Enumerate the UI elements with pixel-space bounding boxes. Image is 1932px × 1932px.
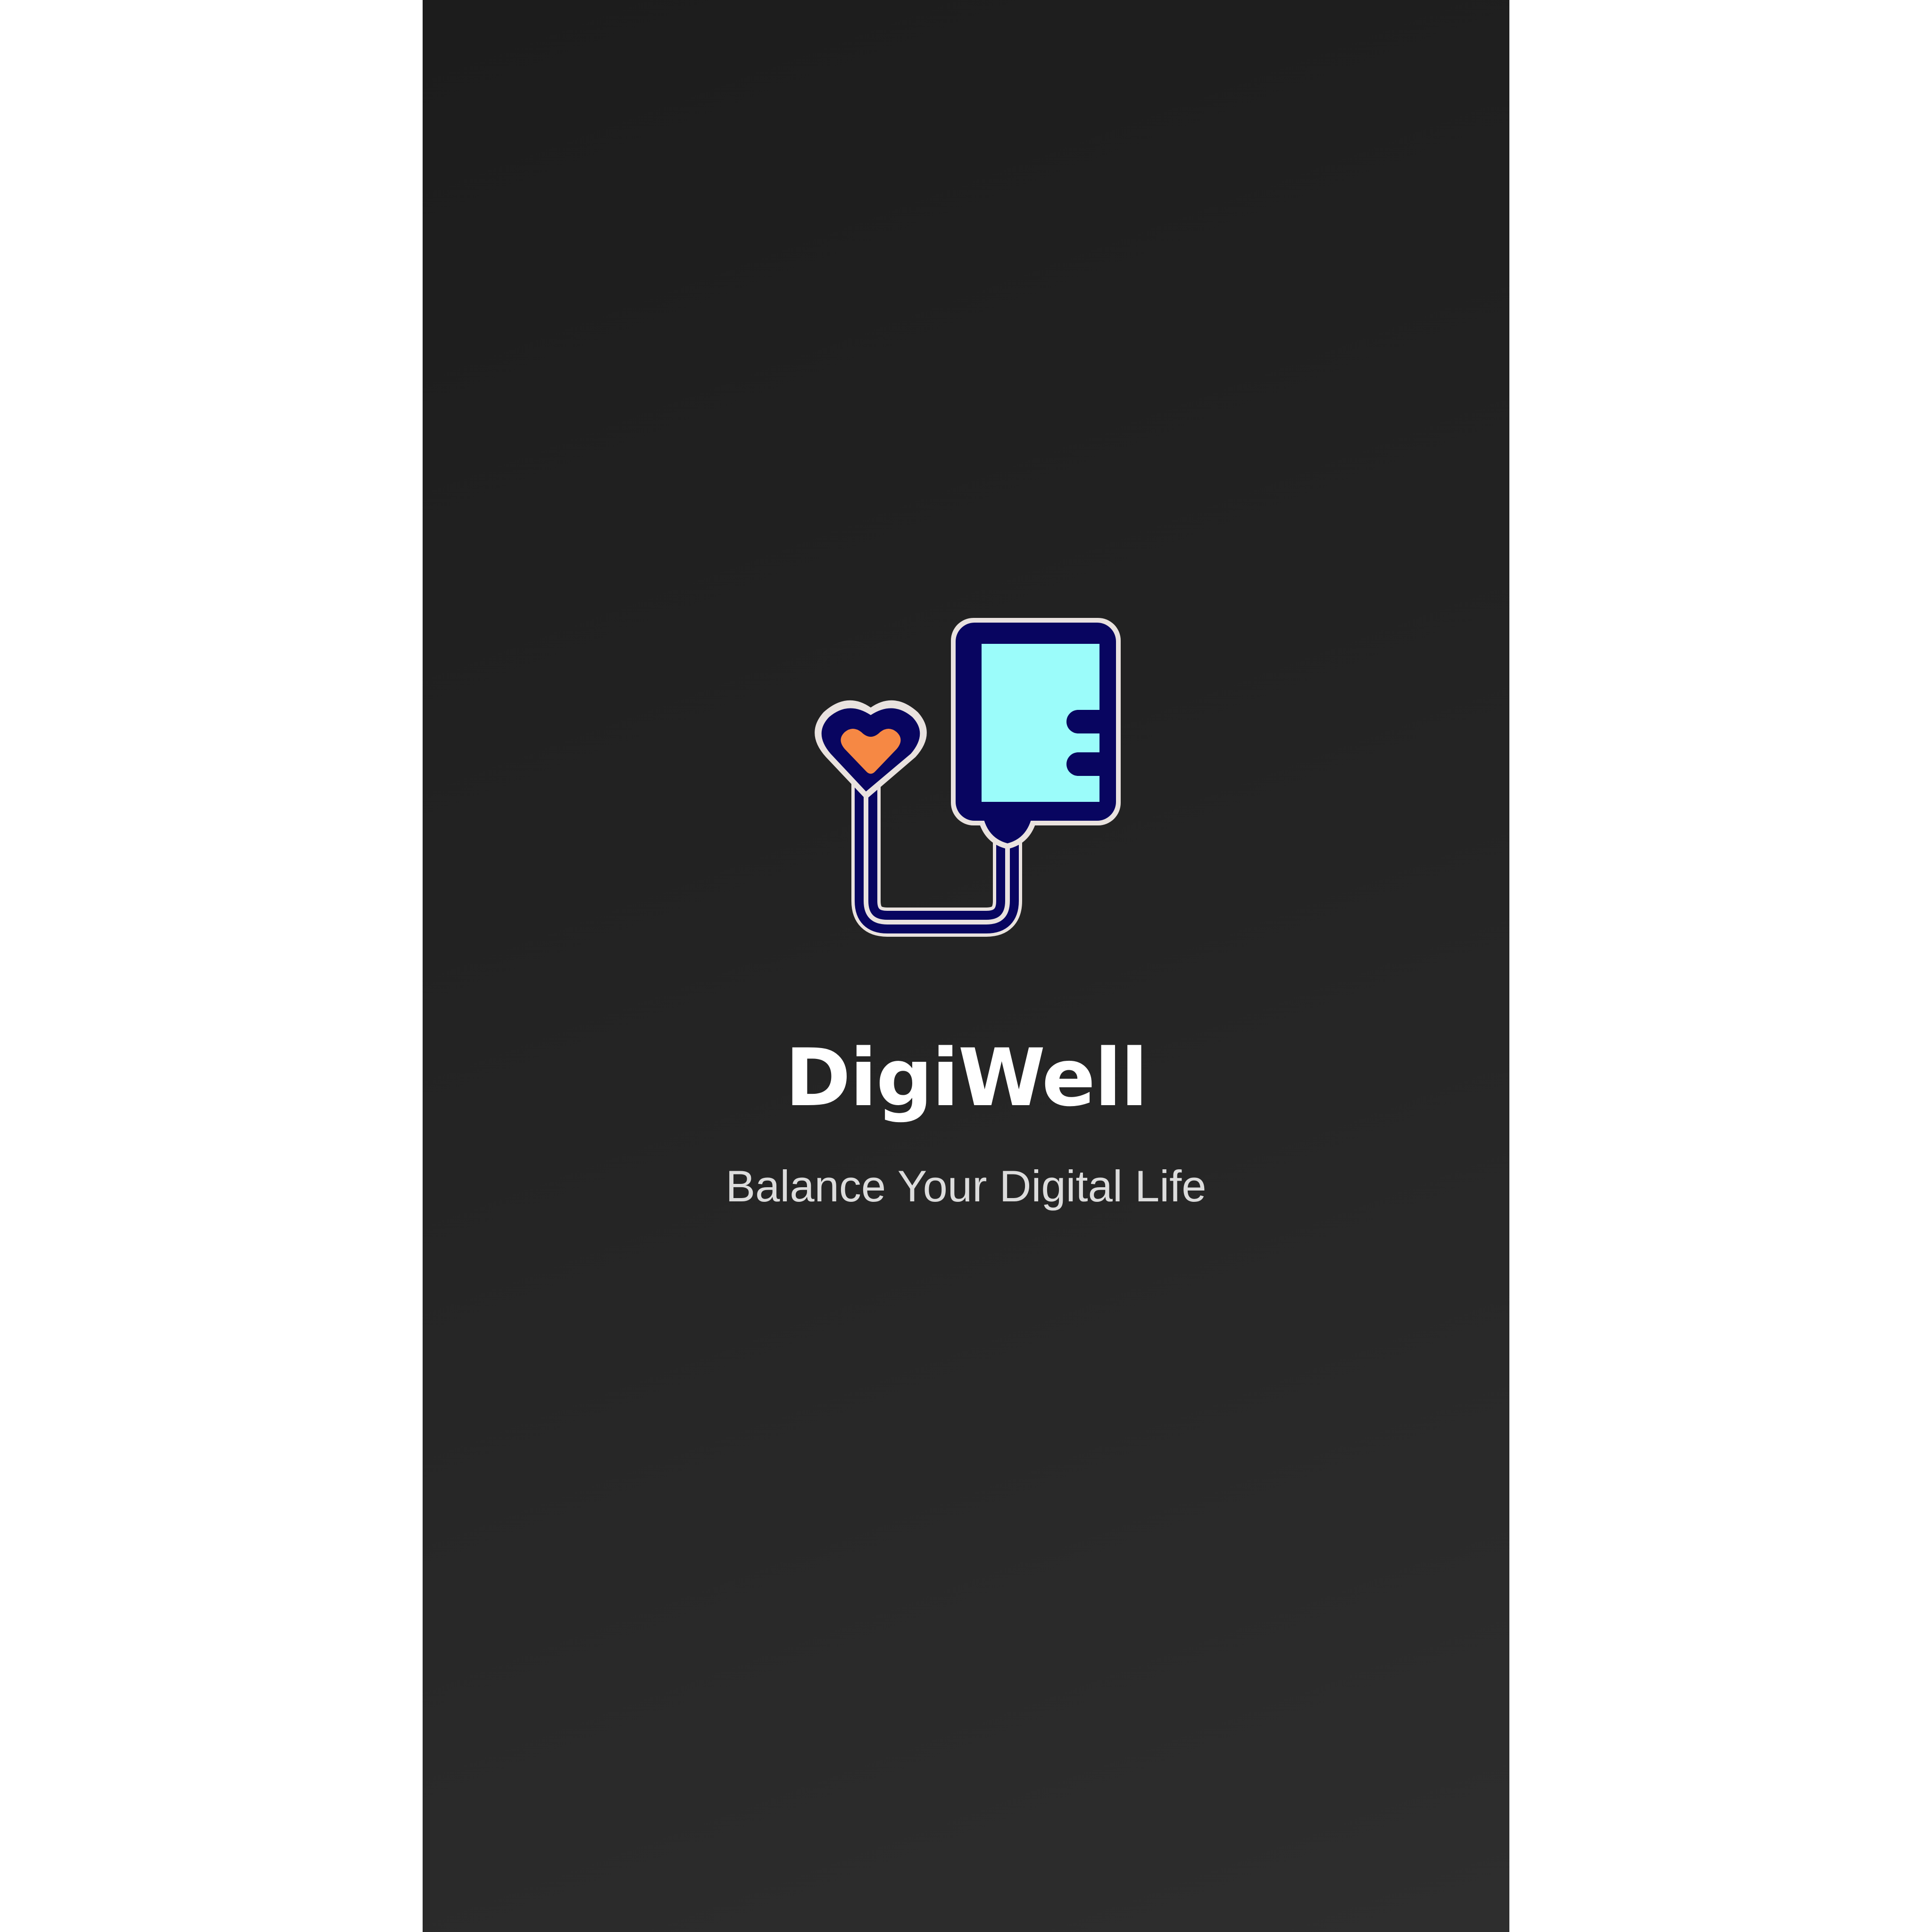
heart-device-icon [815,618,1121,937]
app-title: DigiWell [785,1032,1148,1124]
app-logo [800,608,1130,939]
app-tagline: Balance Your Digital Life [725,1161,1207,1211]
page: DigiWell Balance Your Digital Life [0,0,1932,1932]
splash-screen: DigiWell Balance Your Digital Life [423,0,1509,1932]
